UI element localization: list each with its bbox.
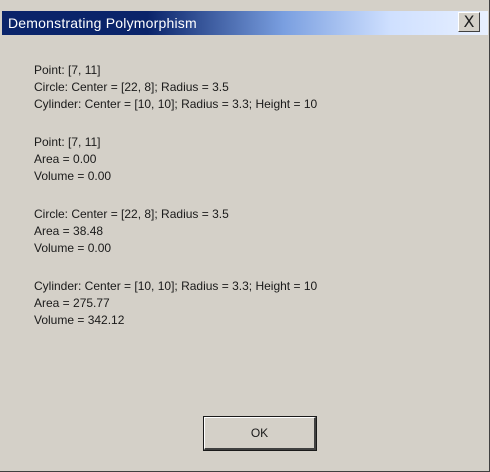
message-block-cylinder: Cylinder: Center = [10, 10]; Radius = 3.… <box>34 278 486 329</box>
close-icon[interactable]: X <box>458 12 480 32</box>
ok-button[interactable]: OK <box>203 416 317 451</box>
window-title: Demonstrating Polymorphism <box>8 15 197 31</box>
message-line: Point: [7, 11] <box>34 63 101 77</box>
message-line: Cylinder: Center = [10, 10]; Radius = 3.… <box>34 97 318 111</box>
message-line: Circle: Center = [22, 8]; Radius = 3.5 <box>34 207 229 221</box>
message-block-circle: Circle: Center = [22, 8]; Radius = 3.5 A… <box>34 206 486 257</box>
message-line: Volume = 0.00 <box>34 241 112 255</box>
message-line: Area = 38.48 <box>34 224 104 238</box>
message-line: Point: [7, 11] <box>34 135 101 149</box>
dialog-window: Demonstrating Polymorphism X Point: [7, … <box>0 0 490 472</box>
message-block-shapes: Point: [7, 11] Circle: Center = [22, 8];… <box>34 62 486 113</box>
message-line: Circle: Center = [22, 8]; Radius = 3.5 <box>34 80 229 94</box>
message-line: Area = 0.00 <box>34 152 97 166</box>
message-line: Cylinder: Center = [10, 10]; Radius = 3.… <box>34 279 318 293</box>
message-line: Volume = 342.12 <box>34 313 125 327</box>
title-bar[interactable]: Demonstrating Polymorphism X <box>2 11 488 35</box>
message-area: Point: [7, 11] Circle: Center = [22, 8];… <box>34 62 486 350</box>
message-line: Area = 275.77 <box>34 296 110 310</box>
message-block-point: Point: [7, 11] Area = 0.00 Volume = 0.00 <box>34 134 486 185</box>
message-line: Volume = 0.00 <box>34 169 112 183</box>
